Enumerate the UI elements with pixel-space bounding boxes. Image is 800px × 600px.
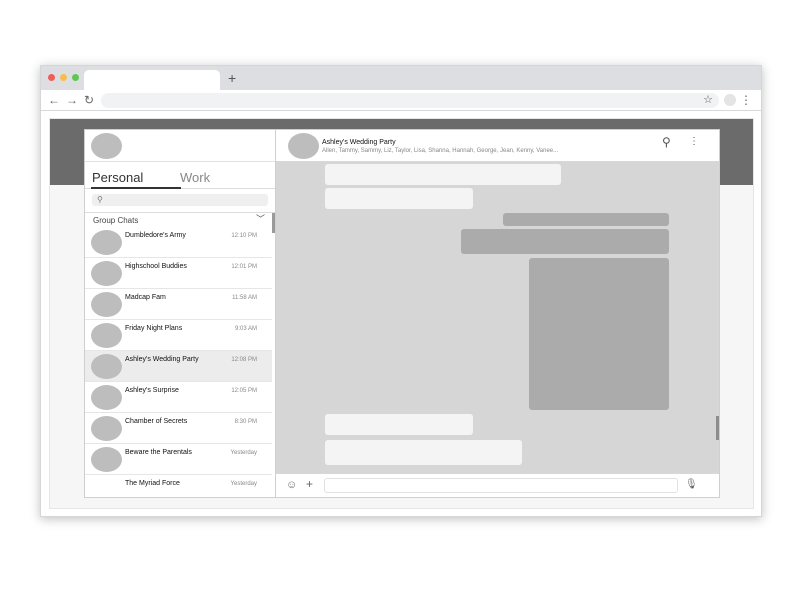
chat-list-item[interactable]: Dumbledore's Army 12:10 PM	[85, 227, 272, 258]
chat-list-item[interactable]: Beware the Parentals Yesterday	[85, 444, 272, 475]
chat-name: Ashley's Surprise	[125, 387, 179, 394]
bookmark-star-icon[interactable]: ☆	[703, 92, 713, 108]
incoming-message-bubble	[325, 440, 522, 465]
search-icon: ⚲	[97, 195, 103, 204]
chat-avatar	[91, 385, 122, 410]
chat-avatar	[91, 416, 122, 441]
chat-time: 8:30 PM	[234, 419, 257, 425]
chat-name: Ashley's Wedding Party	[125, 356, 199, 363]
message-composer: ☺ + 🎙	[276, 473, 719, 497]
incoming-message-bubble	[325, 164, 561, 185]
more-options-icon[interactable]: ⋮	[689, 136, 699, 148]
chat-avatar	[91, 261, 122, 286]
sidebar-scrollbar[interactable]	[272, 213, 275, 233]
incoming-message-bubble	[325, 414, 473, 435]
chat-list-item-selected[interactable]: Ashley's Wedding Party 12:08 PM	[85, 351, 272, 382]
chat-name: Madcap Fam	[125, 294, 166, 301]
chat-avatar	[91, 323, 122, 348]
outgoing-message-bubble	[503, 213, 669, 226]
chat-scrollbar[interactable]	[716, 416, 719, 440]
chat-list-item[interactable]: The Myriad Force Yesterday	[85, 475, 272, 497]
chat-name: Friday Night Plans	[125, 325, 183, 332]
chevron-down-icon[interactable]: ﹀	[256, 214, 265, 224]
message-area	[276, 162, 719, 473]
close-window-dot[interactable]	[48, 74, 55, 81]
reload-icon[interactable]: ↻	[84, 92, 94, 108]
tab-work[interactable]: Work	[180, 170, 210, 186]
chat-name: Dumbledore's Army	[125, 232, 186, 239]
chat-time: 9:03 AM	[234, 326, 257, 332]
chat-time: 11:58 AM	[232, 295, 257, 301]
microphone-icon[interactable]: 🎙	[685, 478, 698, 492]
forward-arrow-icon[interactable]: →	[66, 92, 78, 108]
attach-plus-icon[interactable]: +	[306, 477, 313, 491]
browser-window: + ← → ↻ ☆ ⋮ Personal Work ⚲ Group Chats …	[40, 65, 762, 517]
chat-avatar	[91, 447, 122, 472]
chat-members: Allen, Tammy, Sammy, Liz, Taylor, Lisa, …	[322, 148, 559, 154]
chat-name: Beware the Parentals	[125, 449, 192, 456]
chat-time: 12:05 PM	[231, 388, 257, 394]
chat-list-item[interactable]: Chamber of Secrets 8:30 PM	[85, 413, 272, 444]
chat-avatar	[91, 230, 122, 255]
browser-tab[interactable]	[84, 70, 220, 90]
minimize-window-dot[interactable]	[60, 74, 67, 81]
chat-name: Chamber of Secrets	[125, 418, 188, 425]
outgoing-message-bubble	[461, 229, 669, 254]
message-input[interactable]	[324, 478, 678, 493]
chat-name: The Myriad Force	[125, 480, 180, 487]
group-avatar[interactable]	[288, 133, 319, 159]
group-chats-label: Group Chats	[93, 216, 139, 225]
messenger-app: Personal Work ⚲ Group Chats ﹀ Dumbledore…	[84, 129, 720, 498]
incoming-message-bubble	[325, 188, 473, 209]
chat-list-item[interactable]: Madcap Fam 11:58 AM	[85, 289, 272, 320]
browser-menu-icon[interactable]: ⋮	[740, 92, 752, 108]
chat-name: Highschool Buddies	[125, 263, 187, 270]
chat-sidebar: Personal Work ⚲ Group Chats ﹀ Dumbledore…	[85, 130, 276, 497]
chat-panel: Ashley's Wedding Party Allen, Tammy, Sam…	[276, 130, 719, 497]
new-tab-icon[interactable]: +	[228, 70, 236, 86]
browser-toolbar: ← → ↻ ☆ ⋮	[41, 90, 761, 111]
chat-title: Ashley's Wedding Party	[322, 139, 396, 146]
chat-avatar	[91, 292, 122, 317]
chat-time: 12:10 PM	[231, 233, 257, 239]
chat-header: Ashley's Wedding Party Allen, Tammy, Sam…	[276, 130, 719, 162]
divider	[85, 212, 275, 213]
tab-personal[interactable]: Personal	[92, 170, 143, 186]
user-avatar[interactable]	[91, 133, 122, 159]
chat-list-item[interactable]: Friday Night Plans 9:03 AM	[85, 320, 272, 351]
chat-list-item[interactable]: Ashley's Surprise 12:05 PM	[85, 382, 272, 413]
page-content: Personal Work ⚲ Group Chats ﹀ Dumbledore…	[49, 118, 754, 509]
address-bar[interactable]	[101, 93, 719, 108]
chat-time: Yesterday	[230, 450, 257, 456]
chat-search-input[interactable]: ⚲	[92, 194, 268, 206]
sidebar-header	[85, 130, 275, 162]
back-arrow-icon[interactable]: ←	[48, 92, 60, 108]
emoji-icon[interactable]: ☺	[286, 478, 297, 492]
browser-tab-bar: +	[41, 66, 761, 90]
search-icon[interactable]: ⚲	[662, 135, 671, 149]
chat-time: 12:01 PM	[231, 264, 257, 270]
outgoing-image-bubble[interactable]	[529, 258, 669, 410]
maximize-window-dot[interactable]	[72, 74, 79, 81]
chat-list-item[interactable]: Highschool Buddies 12:01 PM	[85, 258, 272, 289]
chat-avatar	[91, 354, 122, 379]
chat-time: Yesterday	[230, 481, 257, 487]
chat-time: 12:08 PM	[231, 357, 257, 363]
active-tab-underline	[91, 187, 181, 189]
profile-avatar[interactable]	[724, 94, 736, 106]
